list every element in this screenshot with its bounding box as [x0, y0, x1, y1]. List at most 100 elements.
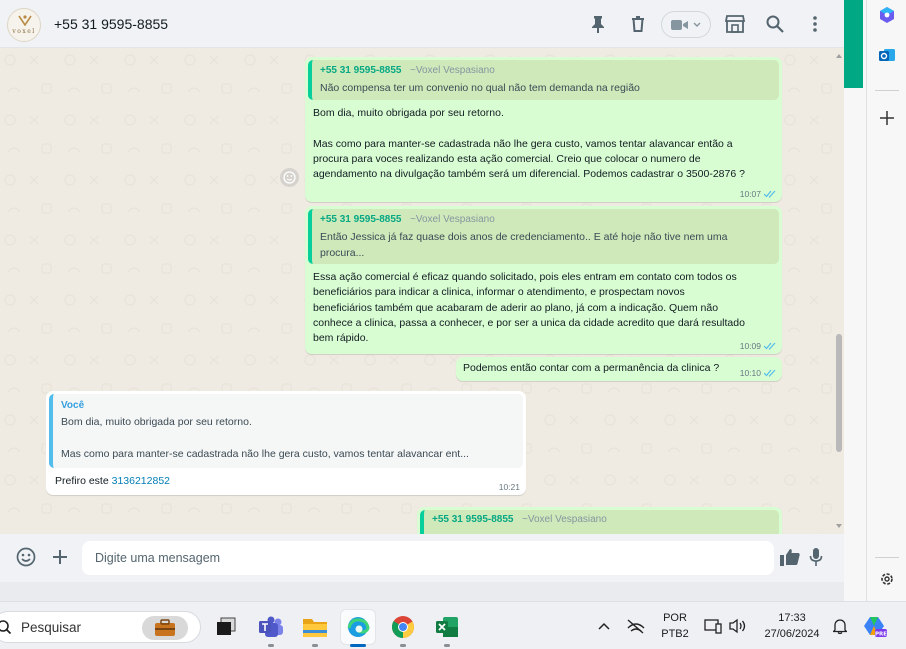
- task-view-icon[interactable]: [209, 610, 243, 644]
- tray-overflow-chevron-icon[interactable]: [595, 602, 613, 649]
- message-time: 10:10: [739, 368, 761, 378]
- quoted-message[interactable]: Você Bom dia, muito obrigada por seu ret…: [49, 394, 523, 468]
- message-composer: [0, 534, 844, 582]
- message-line: Mas como para manter-se cadastrada não l…: [313, 138, 733, 150]
- message-bubble[interactable]: +55 31 9595-8855 ~Voxel Vespasiano Não c…: [305, 57, 782, 202]
- message-bubble[interactable]: +55 31 9595-8855 ~Voxel Vespasiano Então…: [305, 206, 782, 354]
- briefcase-app-icon[interactable]: [142, 616, 188, 640]
- message-line: beneficiários também que acabaram de ade…: [313, 302, 719, 314]
- emoji-reaction-button[interactable]: [280, 168, 299, 187]
- copilot-icon[interactable]: [876, 4, 898, 26]
- language-indicator[interactable]: POR PTB2: [656, 602, 694, 649]
- quote-author: +55 31 9595-8855: [432, 514, 514, 525]
- edge-sidebar: [866, 0, 906, 601]
- message-line: Prefiro este 3136212852: [55, 474, 170, 490]
- video-call-button[interactable]: [661, 11, 711, 38]
- quote-text: Bom dia, muito obrigada por seu retorno.: [61, 416, 252, 428]
- chat-area[interactable]: +55 31 9595-8855 ~Voxel Vespasiano Não c…: [0, 48, 844, 534]
- sidebar-divider: [875, 90, 899, 91]
- video-call-icon: [671, 19, 688, 30]
- notification-bell-icon[interactable]: [830, 602, 850, 649]
- catalog-icon[interactable]: [725, 14, 745, 34]
- message-time: 10:07: [739, 189, 761, 199]
- quote-text: Então Jessica já faz quase dois anos de …: [320, 231, 728, 243]
- add-icon[interactable]: [876, 107, 898, 129]
- running-indicator: [400, 644, 406, 647]
- voxel-logo-icon: [18, 15, 32, 26]
- keyboard-layout: PTB2: [661, 628, 689, 640]
- clock-time: 17:33: [778, 612, 806, 624]
- outlook-icon[interactable]: [876, 44, 898, 66]
- excel-icon[interactable]: [430, 610, 464, 644]
- message-line: Essa ação comercial é eficaz quando soli…: [313, 271, 737, 283]
- running-indicator: [444, 644, 450, 647]
- search-icon: [0, 620, 12, 635]
- message-meta: 10:21: [499, 482, 520, 492]
- emoji-icon[interactable]: [15, 546, 37, 568]
- message-text: Prefiro este: [55, 475, 112, 487]
- network-off-icon[interactable]: [625, 602, 647, 649]
- message-line: beneficiários para indicar a clinica, in…: [313, 286, 685, 298]
- scrollbar-thumb[interactable]: [836, 334, 842, 452]
- quoted-message[interactable]: +55 31 9595-8855 ~Voxel Vespasiano Não c…: [308, 60, 779, 100]
- thumbs-up-icon[interactable]: [779, 546, 801, 568]
- scroll-up-arrow-icon[interactable]: [834, 52, 844, 60]
- search-label: Pesquisar: [21, 620, 82, 635]
- message-line: procura para voces realizando esta ação …: [313, 153, 701, 165]
- teams-icon[interactable]: [254, 610, 288, 644]
- message-line: agendamento na divulgação também será um…: [313, 168, 745, 180]
- message-line: bem rápido.: [313, 332, 369, 344]
- quoted-message[interactable]: +55 31 9595-8855 ~Voxel Vespasiano Então…: [308, 209, 779, 264]
- message-bubble-incoming[interactable]: Você Bom dia, muito obrigada por seu ret…: [46, 391, 526, 495]
- quote-pushname: ~Voxel Vespasiano: [410, 65, 495, 76]
- chrome-icon[interactable]: [386, 610, 420, 644]
- message-line: conhece a clinica, passa a conhecer, e p…: [313, 317, 745, 329]
- running-indicator: [312, 644, 318, 647]
- menu-icon[interactable]: [805, 14, 825, 34]
- sidebar-divider: [875, 557, 899, 558]
- attach-plus-icon[interactable]: [49, 546, 71, 568]
- search-icon[interactable]: [765, 14, 785, 34]
- volume-icon[interactable]: [727, 602, 749, 649]
- edge-icon[interactable]: [341, 610, 375, 644]
- taskbar-search[interactable]: Pesquisar: [0, 611, 201, 643]
- clock-date: 27/06/2024: [764, 628, 820, 640]
- read-ticks-icon: [764, 190, 776, 198]
- message-meta: 10:07: [740, 189, 776, 199]
- contact-name[interactable]: +55 31 9595-8855: [54, 16, 168, 32]
- svg-text:PRE: PRE: [875, 632, 887, 638]
- chat-header: voxel +55 31 9595-8855: [0, 0, 844, 48]
- file-explorer-icon[interactable]: [298, 610, 332, 644]
- delete-icon[interactable]: [628, 14, 648, 34]
- message-line: Bom dia, muito obrigada por seu retorno.: [313, 107, 504, 119]
- pin-icon[interactable]: [588, 14, 608, 34]
- settings-gear-icon[interactable]: [876, 568, 898, 590]
- running-indicator: [268, 644, 274, 647]
- quote-author: +55 31 9595-8855: [320, 65, 402, 76]
- read-ticks-icon: [764, 342, 776, 350]
- microphone-icon[interactable]: [805, 546, 827, 568]
- smiley-icon: [283, 171, 296, 184]
- quote-text: procura...: [320, 247, 365, 259]
- message-line: Podemos então contar com a permanência d…: [463, 362, 720, 374]
- display-icon[interactable]: [702, 602, 724, 649]
- whatsapp-green-strip: [844, 0, 863, 88]
- message-time: 10:21: [498, 482, 520, 492]
- window-bottom-edge: [0, 582, 844, 601]
- avatar-logo-text: voxel: [12, 28, 36, 35]
- read-ticks-icon: [764, 369, 776, 377]
- avatar[interactable]: voxel: [7, 8, 41, 42]
- active-indicator: [350, 644, 366, 647]
- phone-link[interactable]: 3136212852: [112, 475, 170, 487]
- scroll-down-arrow-icon[interactable]: [834, 522, 844, 530]
- quoted-message[interactable]: +55 31 9595-8855 ~Voxel Vespasiano: [420, 510, 779, 534]
- clock[interactable]: 17:33 27/06/2024: [758, 602, 826, 649]
- message-input[interactable]: [82, 541, 774, 575]
- chevron-down-icon: [693, 22, 701, 27]
- message-bubble[interactable]: Podemos então contar com a permanência d…: [456, 357, 782, 381]
- copilot-pre-icon[interactable]: PRE: [862, 602, 888, 649]
- language-code: POR: [663, 612, 687, 624]
- message-bubble[interactable]: +55 31 9595-8855 ~Voxel Vespasiano: [417, 507, 782, 534]
- windows-taskbar: Pesquisar POR PTB2 17:33 27/06/2024 PRE: [0, 601, 906, 649]
- quote-text: Não compensa ter um convenio no qual não…: [320, 82, 640, 94]
